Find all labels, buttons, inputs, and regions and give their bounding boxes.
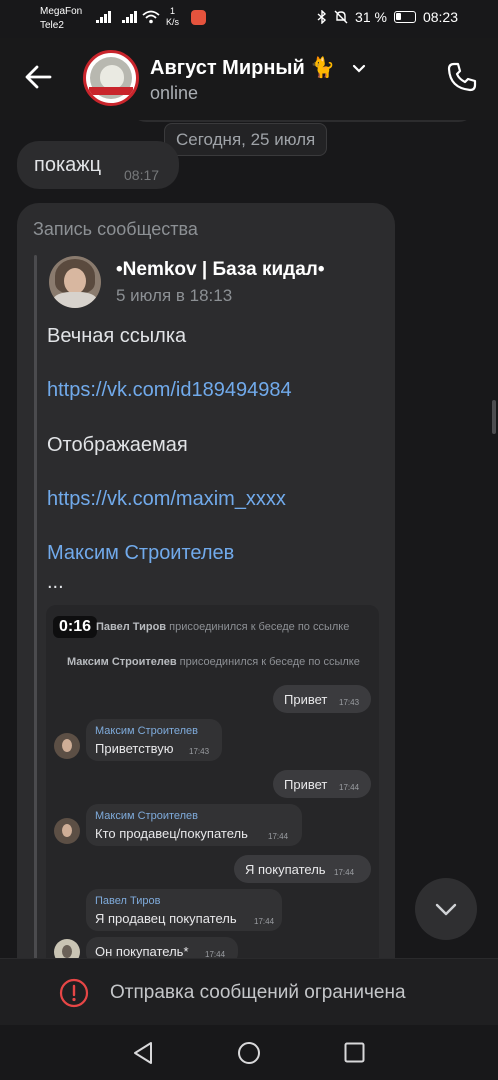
chat-title[interactable]: Август Мирный 🐈 <box>150 55 335 80</box>
wifi-icon <box>142 10 160 24</box>
repost-message[interactable]: Запись сообщества •Nemkov | База кидал• … <box>17 203 395 958</box>
message-list[interactable]: Сегодня, 25 июля покажц 08:17 Запись соо… <box>0 120 498 958</box>
nav-recent-apps-icon[interactable] <box>344 1042 365 1063</box>
post-mention-link[interactable]: Максим Строителев <box>47 542 234 565</box>
message-time: 08:17 <box>124 167 160 183</box>
date-separator: Сегодня, 25 июля <box>164 123 328 156</box>
avatar[interactable] <box>83 50 139 106</box>
system-message: Павел Тиров присоединился к беседе по сс… <box>96 621 350 633</box>
nav-home-icon[interactable] <box>237 1041 261 1065</box>
scroll-down-button[interactable] <box>415 878 477 940</box>
online-status: online <box>150 83 199 103</box>
avatar <box>54 733 80 759</box>
warning-icon <box>59 978 89 1008</box>
incoming-bubble: Максим Строителев Кто продавец/покупател… <box>86 804 302 846</box>
post-text-line: Отображаемая <box>47 434 188 456</box>
avatar <box>54 818 80 844</box>
video-duration: 0:16 <box>53 616 97 638</box>
outgoing-bubble: Я покупатель 17:44 <box>234 855 371 883</box>
chat-header: Август Мирный 🐈 online <box>0 38 498 120</box>
community-name[interactable]: •Nemkov | База кидал• <box>116 259 324 281</box>
avatar <box>54 939 80 958</box>
clock: 08:23 <box>422 9 458 25</box>
back-arrow-icon[interactable] <box>22 60 56 94</box>
incoming-bubble: Максим Строителев Приветствую 17:43 <box>86 719 222 761</box>
restriction-text: Отправка сообщений ограничена <box>110 982 406 1003</box>
phone-icon[interactable] <box>445 60 479 94</box>
mute-bell-icon <box>334 10 348 24</box>
status-right: 31 % 08:23 <box>317 9 458 25</box>
nav-back-icon[interactable] <box>131 1041 155 1065</box>
system-message: Максим Строителев присоединился к беседе… <box>67 656 360 668</box>
battery-percent: 31 % <box>355 9 387 25</box>
message-bubble[interactable]: покажц 08:17 <box>17 141 179 189</box>
video-attachment[interactable]: 0:16 Павел Тиров присоединился к беседе … <box>46 605 379 958</box>
repost-label: Запись сообщества <box>33 219 198 239</box>
post-ellipsis: ... <box>47 571 64 593</box>
chevron-down-icon <box>435 903 457 916</box>
community-avatar[interactable] <box>49 256 101 308</box>
status-bar: MegaFon Tele2 1 K/s 31 % 08:23 <box>0 0 498 38</box>
post-text-line: Вечная ссылка <box>47 325 187 347</box>
system-navigation-bar <box>0 1025 498 1080</box>
bluetooth-icon <box>317 10 327 24</box>
carrier-info: MegaFon Tele2 <box>40 5 82 33</box>
post-link[interactable]: https://vk.com/maxim_xxxx <box>47 488 286 511</box>
signal-icon <box>96 11 112 23</box>
signal-icon <box>122 11 138 23</box>
repost-quote-bar <box>34 255 37 958</box>
battery-icon <box>393 11 416 23</box>
composer-restricted-banner: Отправка сообщений ограничена <box>0 958 498 1025</box>
carrier-2: Tele2 <box>40 20 64 31</box>
previous-message-bubble <box>130 120 475 122</box>
outgoing-bubble: Привет 17:44 <box>273 770 371 798</box>
message-text: покажц <box>34 154 102 176</box>
post-date: 5 июля в 18:13 <box>116 286 233 305</box>
app-notification-icon <box>191 10 206 25</box>
incoming-bubble: Он покупатель* 17:44 <box>86 937 238 958</box>
network-speed: 1 K/s <box>166 6 180 27</box>
scrollbar-thumb[interactable] <box>492 400 496 434</box>
chevron-down-icon[interactable] <box>352 62 366 76</box>
carrier-1: MegaFon <box>40 6 83 17</box>
post-link[interactable]: https://vk.com/id189494984 <box>47 379 292 402</box>
outgoing-bubble: Привет 17:43 <box>273 685 371 713</box>
incoming-bubble: Павел Тиров Я продавец покупатель 17:44 <box>86 889 282 931</box>
